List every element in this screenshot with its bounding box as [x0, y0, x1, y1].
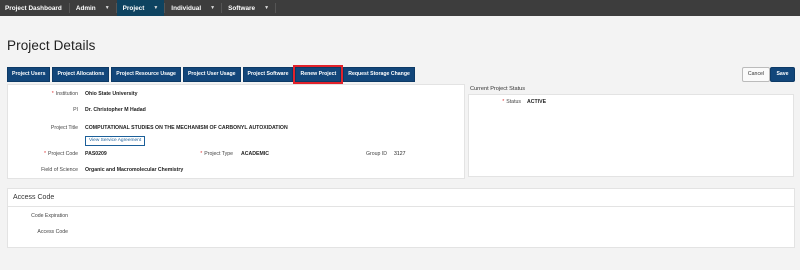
save-button[interactable]: Save — [770, 67, 795, 82]
nav-item-individual[interactable]: Individual ▼ — [165, 0, 221, 16]
cancel-button[interactable]: Cancel — [742, 67, 770, 82]
status-value: ACTIVE — [527, 99, 547, 105]
status-label: * Status — [502, 99, 521, 105]
project-title-value: COMPUTATIONAL STUDIES ON THE MECHANISM O… — [85, 125, 288, 131]
chevron-down-icon: ▼ — [104, 5, 110, 11]
nav-item-label: Software — [228, 4, 256, 12]
project-type-value: ACADEMIC — [241, 151, 269, 157]
nav-item-project[interactable]: Project ▼ — [116, 0, 165, 16]
tab-request-storage-change[interactable]: Request Storage Change — [343, 67, 415, 82]
pi-value: Dr. Christopher M Hadad — [85, 107, 146, 113]
institution-label: * Institution — [52, 91, 78, 97]
project-type-label: * Project Type — [200, 151, 233, 157]
group-id-label: Group ID — [365, 151, 387, 157]
status-label-text: Status — [506, 99, 521, 105]
chevron-down-icon: ▼ — [210, 5, 216, 11]
field-of-science-value: Organic and Macromolecular Chemistry — [85, 167, 184, 173]
institution-label-text: Institution — [55, 91, 78, 97]
nav-item-software[interactable]: Software ▼ — [222, 0, 275, 16]
status-panel-body: * Status ACTIVE — [468, 94, 794, 177]
access-code-panel: Access Code Code Expiration Access Code — [7, 188, 795, 248]
project-code-label-text: Project Code — [48, 151, 78, 157]
tab-project-software[interactable]: Project Software — [242, 67, 294, 82]
project-type-label-text: Project Type — [204, 151, 233, 157]
project-title-label: Project Title — [50, 125, 78, 131]
nav-item-admin[interactable]: Admin ▼ — [70, 0, 116, 16]
group-id-value: 3127 — [394, 151, 406, 157]
view-service-agreement-link[interactable]: View Service Agreement — [85, 136, 146, 146]
project-details-panel: * Institution Ohio State University PI Dr… — [7, 84, 465, 179]
project-status-panel: Current Project Status * Status ACTIVE — [468, 84, 794, 177]
tab-project-allocations[interactable]: Project Allocations — [52, 67, 110, 82]
access-code-title: Access Code — [13, 194, 55, 201]
nav-separator — [275, 3, 277, 13]
required-marker: * — [51, 91, 54, 97]
tab-project-resource-usage[interactable]: Project Resource Usage — [111, 67, 181, 82]
project-code-value: PAS0209 — [85, 151, 107, 157]
tab-renew-project[interactable]: Renew Project — [293, 65, 344, 84]
required-marker: * — [43, 151, 46, 157]
tab-project-user-usage[interactable]: Project User Usage — [182, 67, 241, 82]
nav-brand[interactable]: Project Dashboard — [0, 0, 69, 16]
access-code-label: Access Code — [37, 229, 68, 235]
chevron-down-icon: ▼ — [264, 5, 270, 11]
project-tabs: Project Users Project Allocations Projec… — [7, 65, 417, 84]
tab-project-users[interactable]: Project Users — [7, 67, 51, 82]
pi-label: PI — [73, 107, 78, 113]
status-panel-title: Current Project Status — [470, 86, 526, 92]
required-marker: * — [200, 151, 203, 157]
chevron-down-icon: ▼ — [153, 5, 159, 11]
top-navbar: Project Dashboard Admin ▼ Project ▼ Indi… — [0, 0, 800, 16]
divider — [8, 206, 794, 207]
field-of-science-label: Field of Science — [41, 167, 78, 173]
code-expiration-label: Code Expiration — [31, 213, 68, 219]
nav-item-label: Individual — [171, 4, 202, 12]
required-marker: * — [502, 99, 505, 105]
nav-item-label: Admin — [75, 4, 96, 12]
institution-value: Ohio State University — [85, 91, 138, 97]
project-code-label: * Project Code — [44, 151, 78, 157]
page-title: Project Details — [7, 38, 96, 53]
nav-item-label: Project — [122, 4, 145, 12]
